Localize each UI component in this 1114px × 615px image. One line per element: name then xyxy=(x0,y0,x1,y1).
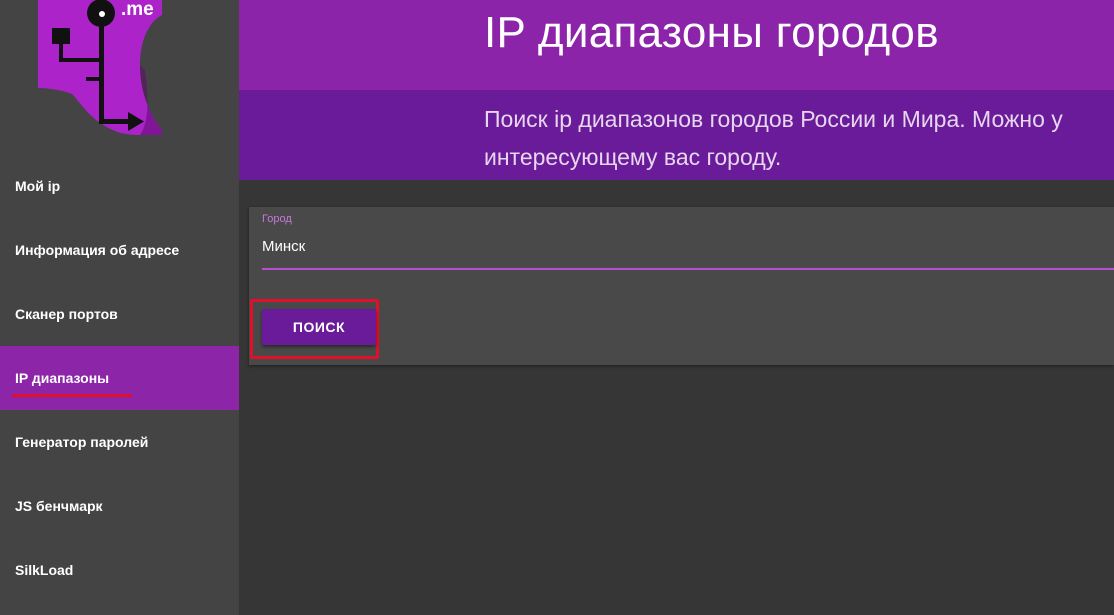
logo-text: .me xyxy=(121,0,154,20)
sidebar: .me Мой ip Информация об адресе Сканер п… xyxy=(0,0,239,615)
annotation-underline xyxy=(12,394,132,397)
search-button[interactable]: ПОИСК xyxy=(262,309,376,345)
sidebar-item-address-info[interactable]: Информация об адресе xyxy=(0,218,239,282)
sidebar-item-port-scanner[interactable]: Сканер портов xyxy=(0,282,239,346)
city-input[interactable] xyxy=(262,232,1114,260)
logo-icon: .me xyxy=(38,0,162,135)
sidebar-item-silkload[interactable]: SilkLoad xyxy=(0,538,239,602)
city-input-underline xyxy=(262,268,1114,270)
city-field-label: Город xyxy=(262,213,292,225)
sidebar-item-my-ip[interactable]: Мой ip xyxy=(0,154,239,218)
page-title: IP диапазоны городов xyxy=(484,8,939,57)
page-description: Поиск ip диапазонов городов России и Мир… xyxy=(484,100,1114,176)
sidebar-item-ip-ranges[interactable]: IP диапазоны xyxy=(0,346,239,410)
sidebar-item-js-benchmark[interactable]: JS бенчмарк xyxy=(0,474,239,538)
sidebar-item-password-generator[interactable]: Генератор паролей xyxy=(0,410,239,474)
page-description-line-2: интересующему вас городу. xyxy=(484,144,782,170)
page-description-line-1: Поиск ip диапазонов городов России и Мир… xyxy=(484,106,1063,132)
logo[interactable]: .me xyxy=(0,0,239,150)
